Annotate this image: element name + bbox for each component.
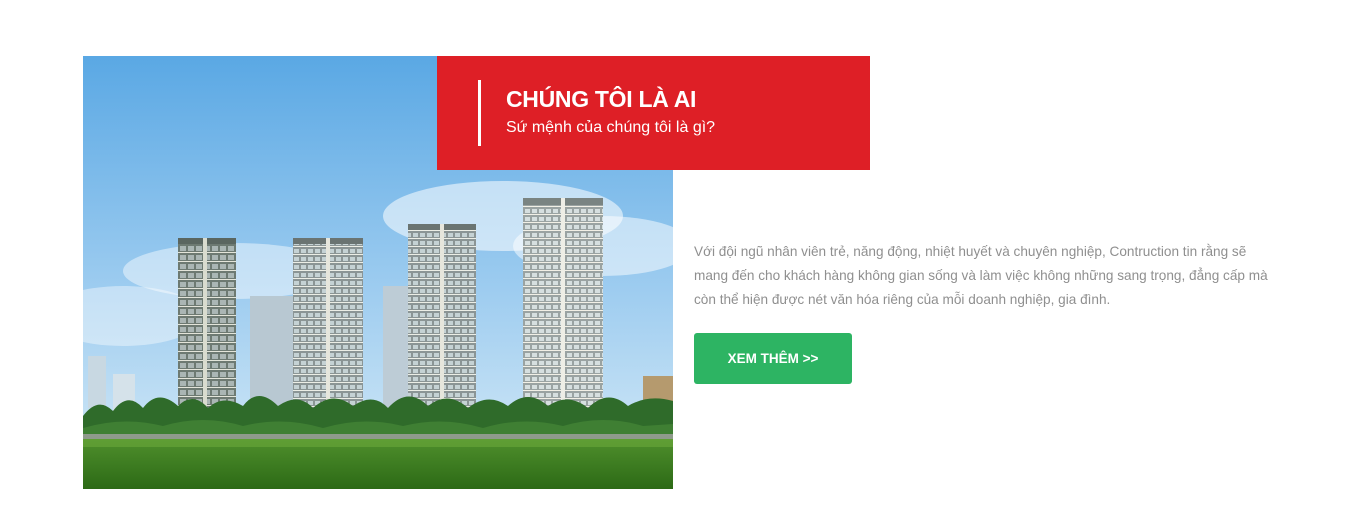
about-description: Với đội ngũ nhân viên trẻ, năng động, nh… xyxy=(694,244,1268,307)
title-accent-bar xyxy=(478,80,481,146)
section-title: CHÚNG TÔI LÀ AI xyxy=(506,86,697,112)
read-more-button[interactable]: XEM THÊM >> xyxy=(694,333,852,384)
title-panel: CHÚNG TÔI LÀ AI Sứ mệnh của chúng tôi là… xyxy=(437,56,870,170)
section-subtitle: Sứ mệnh của chúng tôi là gì? xyxy=(506,119,716,136)
about-section: CHÚNG TÔI LÀ AI Sứ mệnh của chúng tôi là… xyxy=(0,0,1366,512)
